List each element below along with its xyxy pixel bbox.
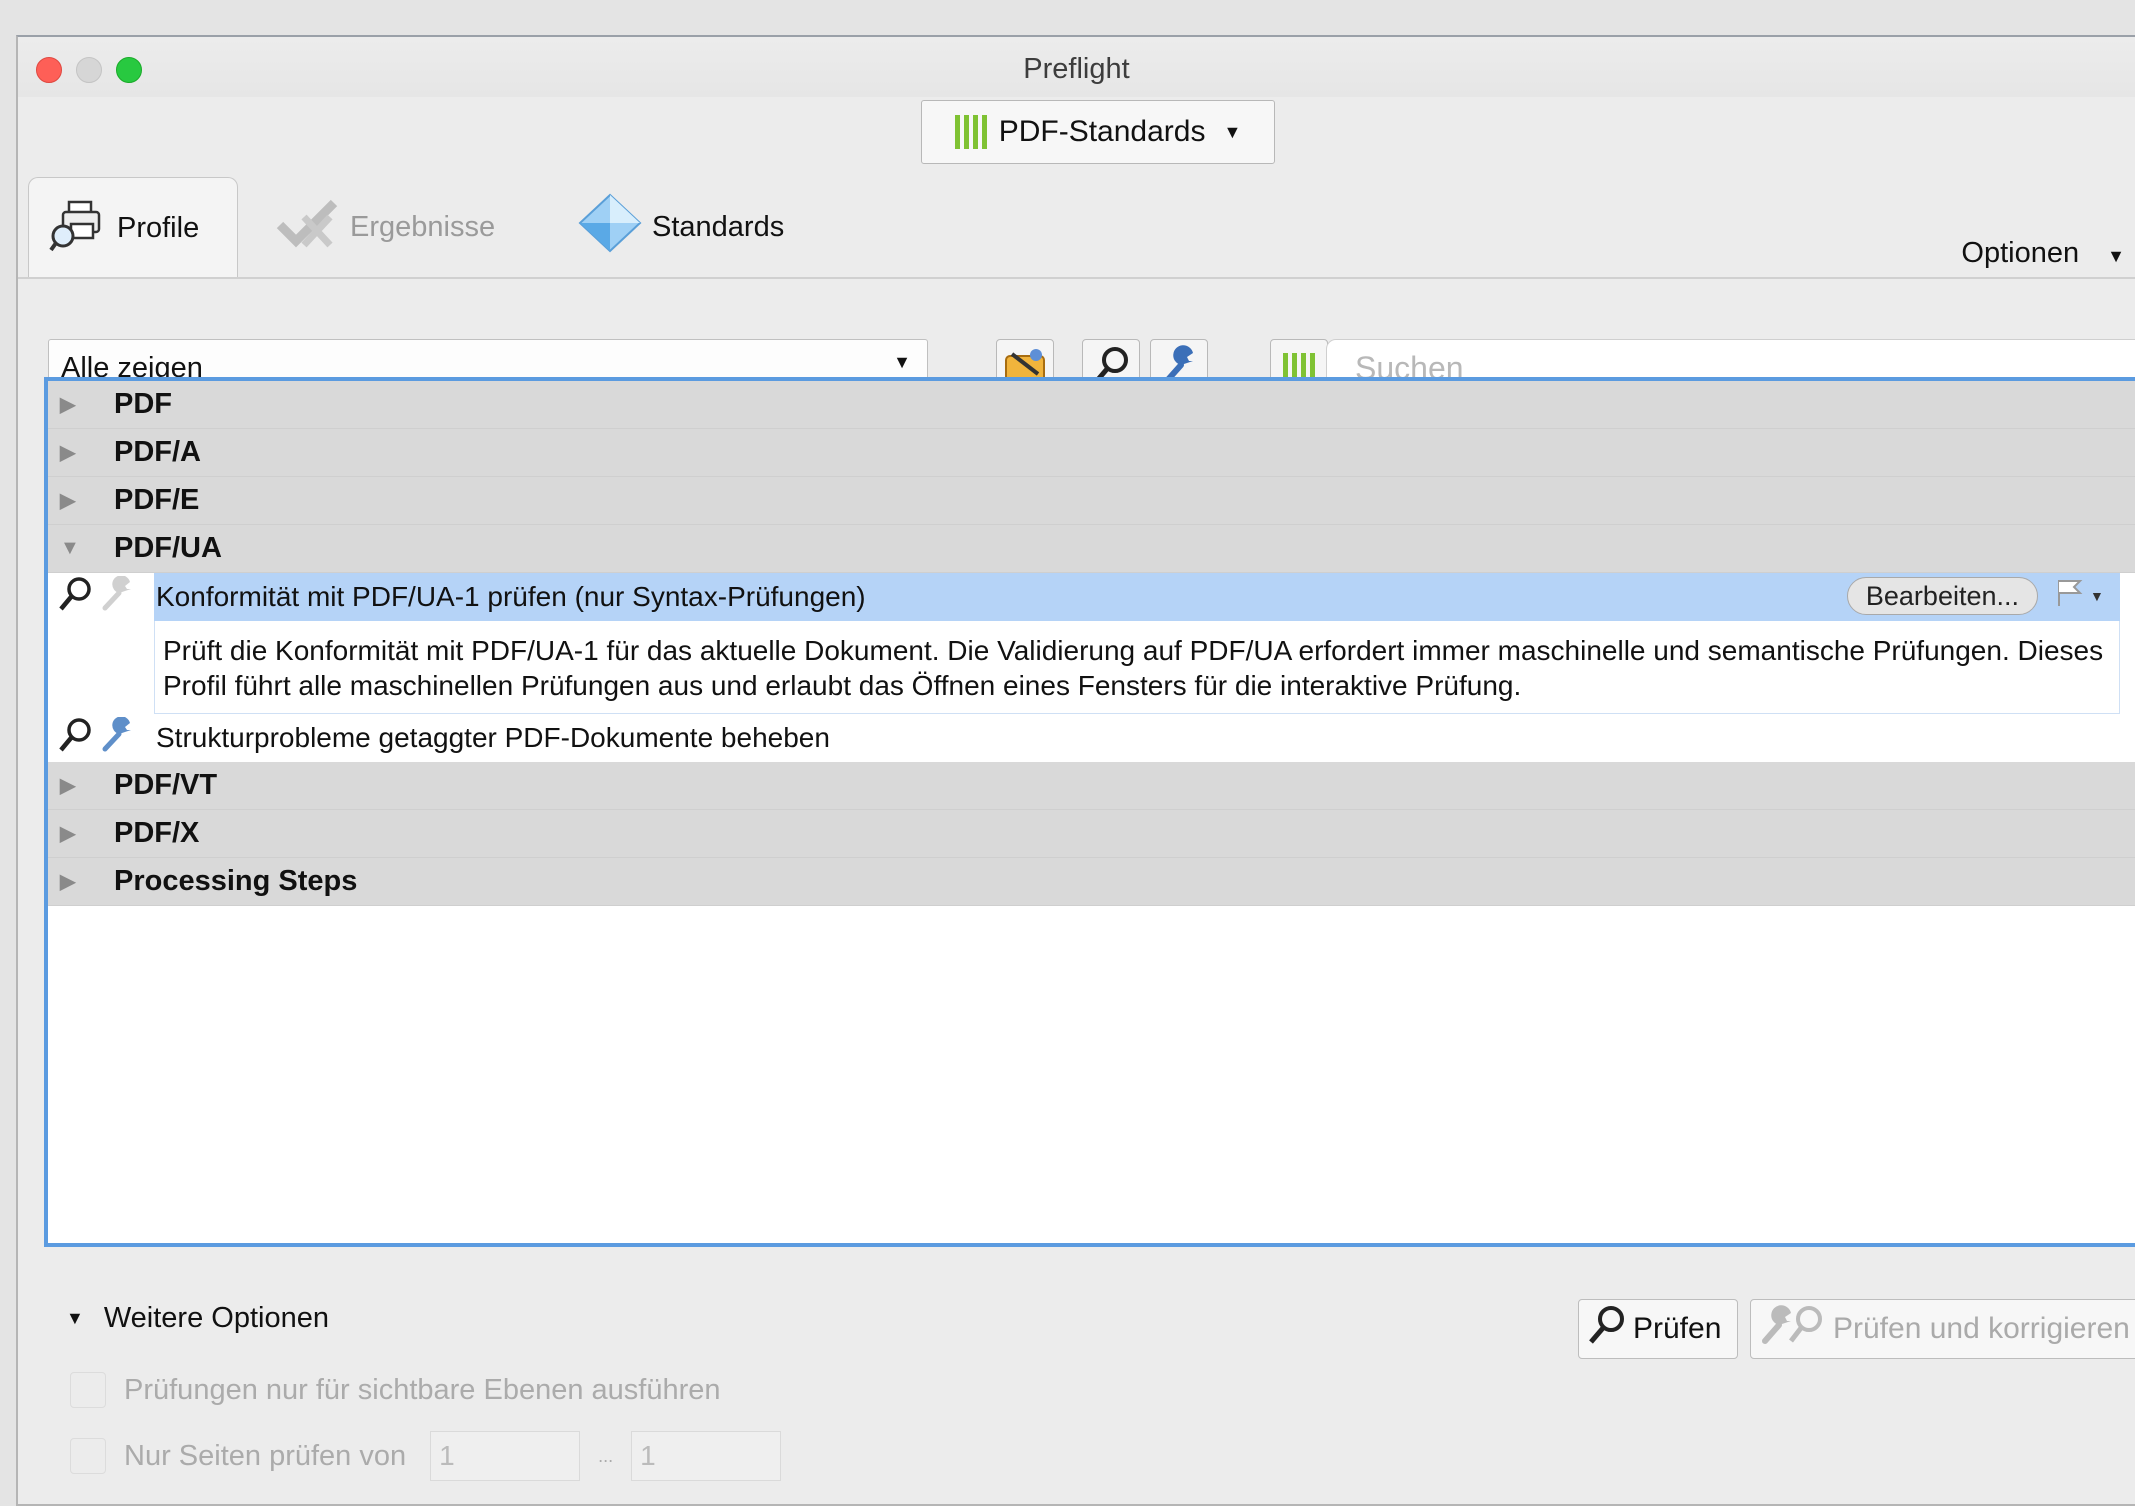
- title-bar: Preflight: [18, 37, 2135, 97]
- options-menu-label: Optionen: [1961, 237, 2080, 269]
- group-pdfx[interactable]: ▶ PDF/X: [48, 810, 2135, 858]
- group-processing-steps[interactable]: ▶ Processing Steps: [48, 858, 2135, 906]
- more-options-toggle[interactable]: ▼ Weitere Optionen: [66, 1302, 329, 1335]
- diamond-icon: [578, 193, 642, 261]
- group-label: PDF/E: [114, 484, 200, 516]
- tab-results-label: Ergebnisse: [350, 210, 496, 243]
- magnifier-icon: [1587, 1304, 1627, 1354]
- disclosure-right-icon[interactable]: ▶: [60, 869, 86, 894]
- disclosure-right-icon[interactable]: ▶: [60, 392, 86, 417]
- magnifier-icon: [58, 717, 94, 760]
- group-pdfa[interactable]: ▶ PDF/A: [48, 429, 2135, 477]
- wrench-magnifier-icon: [1759, 1303, 1827, 1355]
- wrench-icon: [100, 574, 136, 619]
- visible-layers-checkbox[interactable]: [70, 1372, 106, 1408]
- profile-row-selected[interactable]: Konformität mit PDF/UA-1 prüfen (nur Syn…: [48, 573, 2135, 621]
- edit-button[interactable]: Bearbeiten...: [1846, 577, 2038, 615]
- checkmark-cross-icon: [276, 197, 340, 257]
- tab-divider: [18, 277, 2135, 279]
- disclosure-right-icon[interactable]: ▶: [60, 488, 86, 513]
- group-label: PDF/UA: [114, 532, 222, 564]
- group-label: Processing Steps: [114, 865, 358, 897]
- profile-icons: [48, 574, 156, 619]
- group-pdfvt[interactable]: ▶ PDF/VT: [48, 762, 2135, 810]
- flag-icon: [2056, 578, 2084, 615]
- profile-row[interactable]: Strukturprobleme getaggter PDF-Dokumente…: [48, 714, 2135, 762]
- chevron-down-icon: ▼: [2090, 588, 2104, 604]
- disclosure-right-icon[interactable]: ▶: [60, 773, 86, 798]
- tab-standards[interactable]: Standards: [578, 177, 784, 277]
- chevron-down-icon: ▼: [1223, 121, 1242, 142]
- preflight-window: Preflight PDF-Standards ▼ Profile Ergebn…: [16, 35, 2135, 1506]
- profile-toolbar: Alle zeigen ▼: [18, 299, 2135, 397]
- window-title: Preflight: [1023, 53, 1130, 85]
- profile-label: Konformität mit PDF/UA-1 prüfen (nur Syn…: [156, 581, 866, 612]
- chevron-down-icon: ▼: [2107, 246, 2125, 266]
- page-range-checkbox[interactable]: [70, 1438, 106, 1474]
- tab-profile[interactable]: Profile: [28, 177, 238, 279]
- more-options-label: Weitere Optionen: [103, 1302, 329, 1334]
- visible-layers-label: Prüfungen nur für sichtbare Ebenen ausfü…: [124, 1373, 721, 1406]
- chevron-down-icon: ▼: [893, 352, 911, 372]
- disclosure-right-icon[interactable]: ▶: [60, 821, 86, 846]
- profile-label: Strukturprobleme getaggter PDF-Dokumente…: [156, 722, 830, 753]
- profile-description: Prüft die Konformität mit PDF/UA-1 für d…: [154, 621, 2120, 714]
- page-from-field[interactable]: [430, 1431, 581, 1481]
- page-range-label: Nur Seiten prüfen von: [124, 1439, 407, 1472]
- wrench-icon: [100, 715, 136, 760]
- group-label: PDF/A: [114, 436, 201, 468]
- tab-bar: Profile Ergebnisse Standards Optionen ▼: [18, 177, 2135, 307]
- group-pdfua[interactable]: ▼ PDF/UA: [48, 525, 2135, 573]
- page-range-option: Nur Seiten prüfen von ...: [70, 1431, 782, 1481]
- page-range-separator: ...: [598, 1445, 614, 1466]
- group-pdf[interactable]: ▶ PDF: [48, 381, 2135, 429]
- check-button[interactable]: Prüfen: [1578, 1299, 1738, 1359]
- visible-layers-option: Prüfungen nur für sichtbare Ebenen ausfü…: [70, 1372, 721, 1408]
- disclosure-down-icon[interactable]: ▼: [60, 537, 86, 560]
- bars-icon: [954, 115, 987, 149]
- group-label: PDF/X: [114, 817, 200, 849]
- standards-dropdown[interactable]: PDF-Standards ▼: [921, 100, 1275, 164]
- check-button-label: Prüfen: [1633, 1312, 1722, 1345]
- group-pdfe[interactable]: ▶ PDF/E: [48, 477, 2135, 525]
- flag-menu-button[interactable]: ▼: [2056, 577, 2116, 615]
- disclosure-right-icon[interactable]: ▶: [60, 440, 86, 465]
- tab-standards-label: Standards: [652, 210, 785, 243]
- group-label: PDF: [114, 388, 172, 420]
- options-menu[interactable]: Optionen ▼: [1961, 237, 2125, 270]
- tab-results[interactable]: Ergebnisse: [276, 177, 495, 277]
- check-and-fix-label: Prüfen und korrigieren: [1833, 1312, 2130, 1345]
- profile-list[interactable]: ▶ PDF ▶ PDF/A ▶ PDF/E ▼ PDF/UA Konformit…: [44, 377, 2135, 1247]
- standards-dropdown-label: PDF-Standards: [998, 115, 1206, 148]
- printer-magnifier-icon: [49, 198, 107, 260]
- check-and-fix-button[interactable]: Prüfen und korrigieren: [1750, 1299, 2135, 1359]
- page-to-field[interactable]: [631, 1431, 782, 1481]
- tab-profile-label: Profile: [117, 212, 200, 244]
- group-label: PDF/VT: [114, 769, 218, 801]
- disclosure-down-icon: ▼: [66, 1308, 84, 1328]
- profile-icons: [48, 715, 156, 760]
- magnifier-icon: [58, 576, 94, 619]
